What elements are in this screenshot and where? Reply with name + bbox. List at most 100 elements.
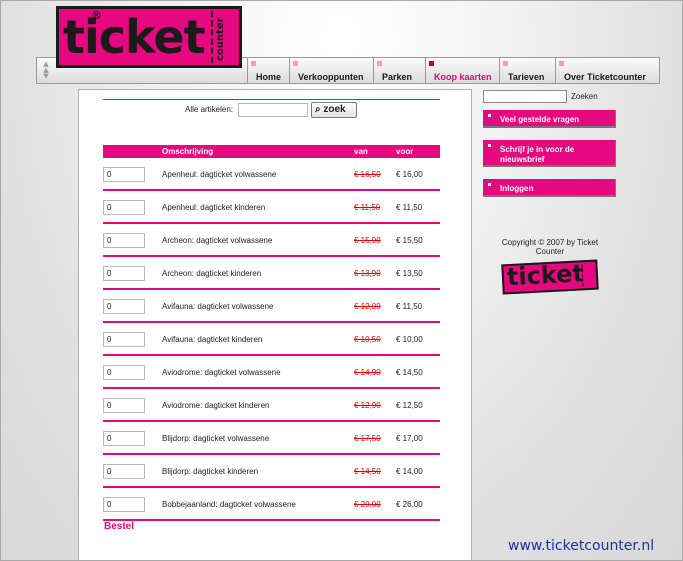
table-row: Blijdorp: dagticket kinderen € 14,50 € 14,… — [103, 455, 440, 488]
table-header: Omschrijving van voor — [103, 145, 440, 158]
old-price: € 12,00 — [354, 302, 381, 311]
search-button[interactable]: ⌕ zoek — [311, 102, 357, 118]
new-price: € 11,50 — [396, 302, 423, 311]
ticket-description: Blijdorp: dagticket kinderen — [162, 467, 259, 476]
search-button-label: zoek — [323, 104, 346, 115]
ticket-description: Aviodrome: dagticket volwassene — [162, 368, 281, 377]
new-price: € 12,50 — [396, 401, 423, 410]
new-price: € 14,50 — [396, 368, 423, 377]
quantity-input[interactable] — [103, 464, 145, 479]
nav-square-icon — [377, 61, 382, 66]
small-logo-word: ticket — [506, 259, 585, 292]
header-from-price: van — [354, 147, 368, 156]
faq-button[interactable]: Veel gestelde vragen — [483, 110, 616, 128]
quantity-input[interactable] — [103, 431, 145, 446]
table-row: Apenheul: dagticket volwassene € 16,50 € 1… — [103, 158, 440, 191]
nav-handle-icon: ▲ ▲ ▼ — [43, 60, 49, 80]
ticket-description: Apenheul: dagticket volwassene — [162, 170, 277, 179]
old-price: € 14,90 — [354, 368, 381, 377]
article-search-input[interactable] — [238, 103, 308, 117]
ticket-description: Blijdorp: dagticket volwassene — [162, 434, 270, 443]
logo-side-text: counter — [215, 17, 226, 61]
old-price: € 16,50 — [354, 170, 381, 179]
newsletter-button[interactable]: Schrijf je in voor de nieuwsbrief — [483, 140, 616, 167]
quantity-input[interactable] — [103, 233, 145, 248]
nav-item-verkooppunten[interactable]: Verkooppunten — [289, 58, 373, 83]
header-description: Omschrijving — [162, 147, 214, 156]
nav-item-over-ticketcounter[interactable]: Over Ticketcounter — [555, 58, 659, 83]
ticket-description: Avifauna: dagticket kinderen — [162, 335, 263, 344]
table-row: Aviodrome: dagticket kinderen € 12,90 € 12… — [103, 389, 440, 422]
table-row: Aviodrome: dagticket volwassene € 14,90 € … — [103, 356, 440, 389]
ticket-description: Archeon: dagticket volwassene — [162, 236, 273, 245]
old-price: € 12,90 — [354, 401, 381, 410]
new-price: € 11,50 — [396, 203, 423, 212]
main-content: Alle artikelen: ⌕ zoek Omschrijving van … — [78, 89, 472, 561]
table-row: Apenheul: dagticket kinderen € 11,50 € 11,… — [103, 191, 440, 224]
table-row: Archeon: dagticket kinderen € 13,90 € 13,5… — [103, 257, 440, 290]
new-price: € 15,50 — [396, 236, 423, 245]
table-body: Apenheul: dagticket volwassene € 16,50 € 1… — [103, 158, 440, 521]
copyright-text: Copyright © 2007 by Ticket Counter — [501, 238, 599, 256]
quantity-input[interactable] — [103, 365, 145, 380]
old-price: € 17,50 — [354, 434, 381, 443]
logo-word: ticket — [63, 10, 206, 64]
ticket-description: Aviodrome: dagticket kinderen — [162, 401, 270, 410]
quantity-input[interactable] — [103, 332, 145, 347]
table-row: Blijdorp: dagticket volwassene € 17,50 € 1… — [103, 422, 440, 455]
logo-ticket-stub: counter — [211, 11, 237, 63]
order-link[interactable]: Bestel — [104, 521, 134, 532]
old-price: € 15,90 — [354, 236, 381, 245]
site-search-input[interactable] — [483, 90, 567, 103]
nav-square-icon — [503, 61, 508, 66]
footer-url: www.ticketcounter.nl — [508, 538, 655, 554]
new-price: € 10,00 — [396, 335, 423, 344]
login-button[interactable]: Inloggen — [483, 179, 616, 197]
bullet-icon — [488, 144, 491, 147]
nav-square-icon — [429, 61, 434, 66]
quantity-input[interactable] — [103, 398, 145, 413]
table-row: Bobbejaanland: dagticket volwassene € 29,… — [103, 488, 440, 521]
nav-item-label: Verkooppunten — [298, 72, 364, 82]
ticket-description: Avifauna: dagticket volwassene — [162, 302, 274, 311]
site-search-label: Zoeken — [571, 92, 598, 101]
ticket-table: Omschrijving van voor Apenheul: dagticke… — [103, 145, 440, 521]
quantity-input[interactable] — [103, 299, 145, 314]
quantity-input[interactable] — [103, 497, 145, 512]
bullet-icon — [488, 114, 491, 117]
new-price: € 26,00 — [396, 500, 423, 509]
old-price: € 13,90 — [354, 269, 381, 278]
new-price: € 16,00 — [396, 170, 423, 179]
nav-item-parken[interactable]: Parken — [373, 58, 425, 83]
nav-square-icon — [293, 61, 298, 66]
site-logo[interactable]: ticket ® counter — [56, 6, 242, 68]
old-price: € 29,00 — [354, 500, 381, 509]
new-price: € 14,00 — [396, 467, 423, 476]
faq-button-label: Veel gestelde vragen — [500, 115, 580, 124]
divider — [103, 99, 440, 100]
search-icon: ⌕ — [315, 104, 321, 115]
ticket-description: Archeon: dagticket kinderen — [162, 269, 262, 278]
old-price: € 11,50 — [354, 203, 381, 212]
quantity-input[interactable] — [103, 200, 145, 215]
nav-item-koop-kaarten[interactable]: Koop kaarten — [425, 58, 499, 83]
nav-item-home[interactable]: Home — [247, 58, 289, 83]
new-price: € 13,50 — [396, 269, 423, 278]
small-logo-stub — [581, 263, 595, 287]
nav-item-label: Koop kaarten — [434, 72, 492, 82]
nav-item-label: Over Ticketcounter — [564, 72, 646, 82]
ticket-description: Bobbejaanland: dagticket volwassene — [162, 500, 296, 509]
header-to-price: voor — [396, 147, 414, 156]
quantity-input[interactable] — [103, 167, 145, 182]
newsletter-button-label: Schrijf je in voor de nieuwsbrief — [500, 145, 575, 164]
table-row: Archeon: dagticket volwassene € 15,90 € 15… — [103, 224, 440, 257]
bullet-icon — [488, 183, 491, 186]
quantity-input[interactable] — [103, 266, 145, 281]
login-button-label: Inloggen — [500, 184, 534, 193]
article-search-label: Alle artikelen: — [185, 105, 234, 114]
small-logo: ticket — [501, 259, 599, 295]
nav-item-label: Parken — [382, 72, 413, 82]
old-price: € 14,50 — [354, 467, 381, 476]
old-price: € 10,50 — [354, 335, 381, 344]
nav-item-tarieven[interactable]: Tarieven — [499, 58, 555, 83]
